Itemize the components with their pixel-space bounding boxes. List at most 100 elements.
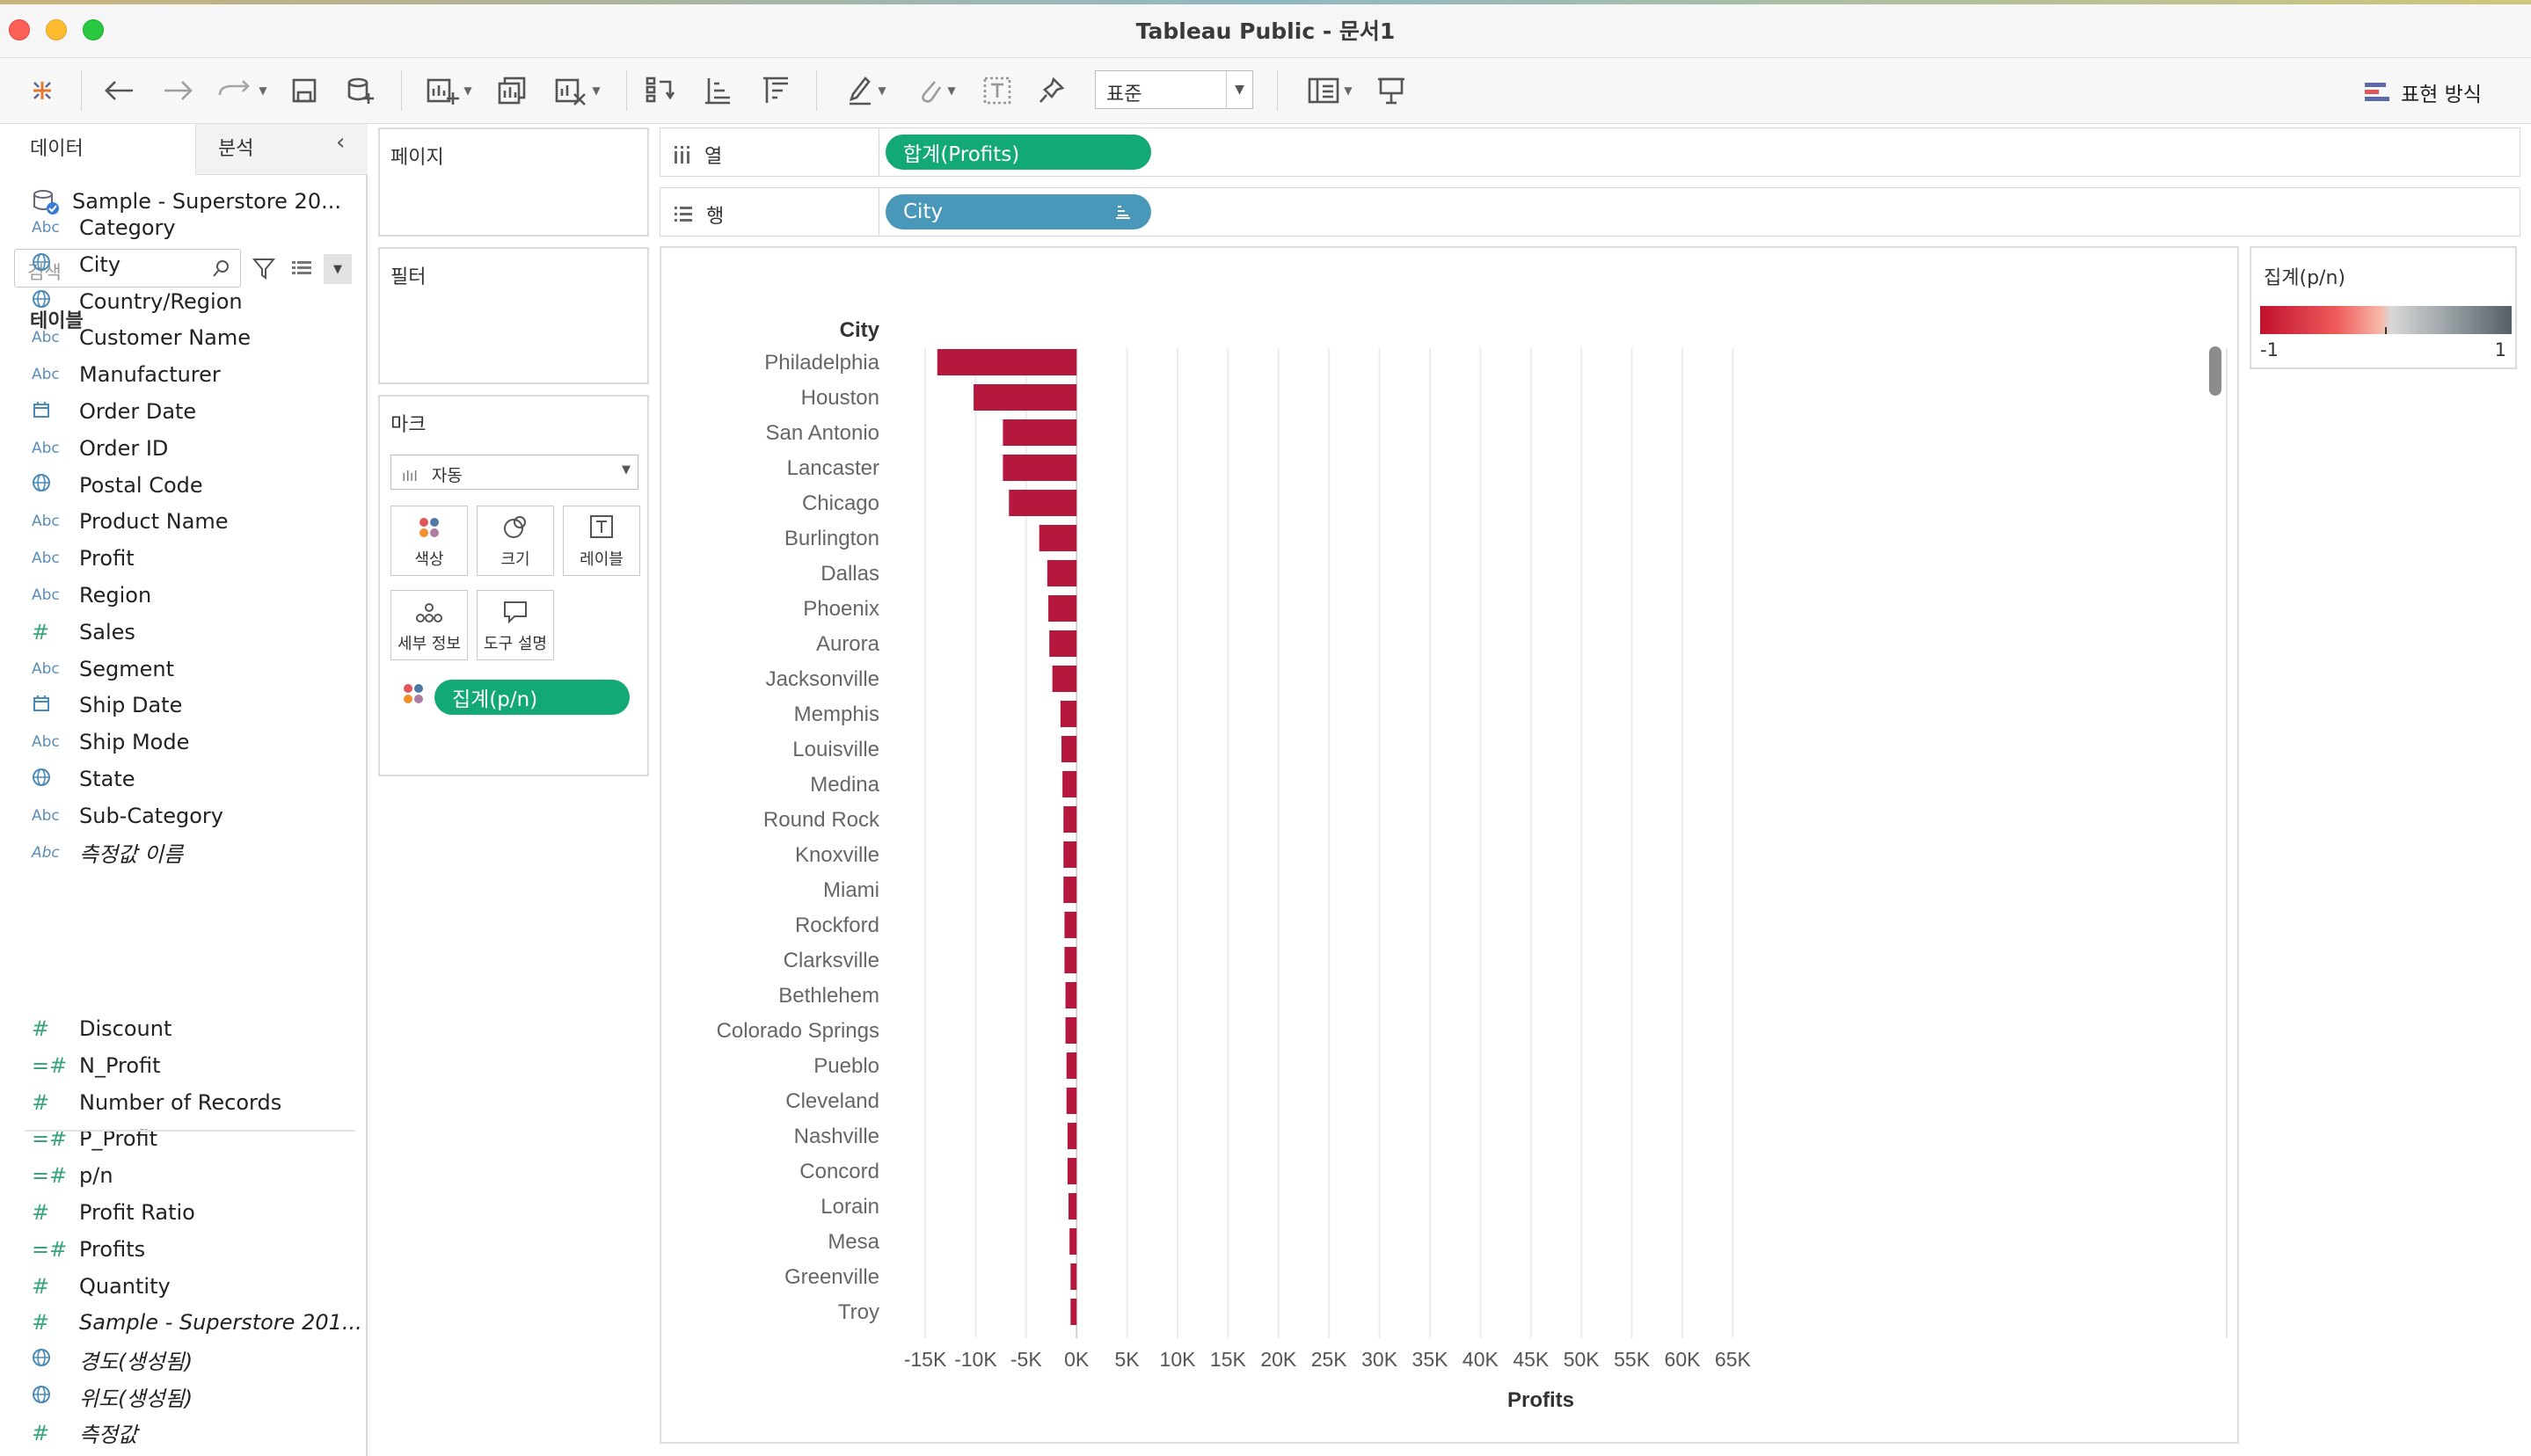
scrollbar-thumb[interactable] <box>2209 346 2221 396</box>
field-item[interactable]: # Quantity <box>32 1269 171 1304</box>
bar-philadelphia[interactable] <box>937 349 1077 375</box>
bar-round-rock[interactable] <box>1063 806 1077 833</box>
category-label[interactable]: Concord <box>799 1160 879 1183</box>
bar-aurora[interactable] <box>1049 630 1077 657</box>
undo-icon[interactable] <box>98 72 141 109</box>
bar-chicago[interactable] <box>1009 490 1077 516</box>
tab-analysis[interactable]: 분석 <box>218 133 253 161</box>
marks-color-button[interactable]: 색상 <box>390 506 468 576</box>
color-pill[interactable]: 집계(p/n) <box>434 680 630 715</box>
filters-card[interactable]: 필터 <box>378 247 649 384</box>
category-label[interactable]: Knoxville <box>795 843 879 867</box>
bar-greenville[interactable] <box>1070 1263 1077 1290</box>
field-item[interactable]: Order Date <box>32 394 196 429</box>
bar-houston[interactable] <box>974 384 1077 411</box>
redo-icon[interactable] <box>157 72 199 109</box>
marks-label-button[interactable]: 레이블 <box>563 506 640 576</box>
field-item[interactable]: City <box>32 247 120 282</box>
field-item[interactable]: # Number of Records <box>32 1085 281 1120</box>
category-label[interactable]: Clarksville <box>784 949 879 972</box>
bar-san-antonio[interactable] <box>1003 419 1077 446</box>
category-label[interactable]: Louisville <box>792 738 879 761</box>
field-item[interactable]: Abc Sub-Category <box>32 798 223 834</box>
bar-knoxville[interactable] <box>1063 841 1077 868</box>
field-item[interactable]: Abc Ship Mode <box>32 724 189 760</box>
swap-rows-columns-icon[interactable] <box>640 72 679 109</box>
field-item[interactable]: Abc Product Name <box>32 504 229 539</box>
field-item[interactable]: =# Profits <box>32 1232 145 1267</box>
field-item[interactable]: =# N_Profit <box>32 1048 161 1083</box>
category-label[interactable]: San Antonio <box>766 421 879 445</box>
category-label[interactable]: Cleveland <box>785 1089 879 1113</box>
field-item[interactable]: # Sales <box>32 615 135 650</box>
category-label[interactable]: Phoenix <box>803 597 879 621</box>
bar-medina[interactable] <box>1062 771 1077 797</box>
category-label[interactable]: Troy <box>838 1300 879 1324</box>
field-item[interactable]: Abc 측정값 이름 <box>32 835 183 870</box>
field-item[interactable]: # Discount <box>32 1011 171 1046</box>
highlight-icon[interactable]: ▼ <box>835 72 897 109</box>
bar-lorain[interactable] <box>1069 1193 1077 1219</box>
bar-miami[interactable] <box>1063 877 1077 903</box>
field-item[interactable]: 위도(생성됨) <box>32 1379 193 1414</box>
category-label[interactable]: Medina <box>810 773 879 797</box>
bar-burlington[interactable] <box>1039 525 1077 551</box>
category-label[interactable]: Rockford <box>795 914 879 937</box>
bar-lancaster[interactable] <box>1003 455 1077 481</box>
field-item[interactable]: Abc Segment <box>32 652 174 687</box>
bar-pueblo[interactable] <box>1066 1052 1077 1079</box>
field-item[interactable]: Ship Date <box>32 688 182 723</box>
rows-pill[interactable]: City <box>886 194 1151 229</box>
bar-nashville[interactable] <box>1067 1123 1077 1149</box>
category-label[interactable]: Philadelphia <box>764 351 879 375</box>
bar-dallas[interactable] <box>1047 560 1077 586</box>
bar-phoenix[interactable] <box>1048 595 1077 622</box>
field-item[interactable]: Postal Code <box>32 468 203 503</box>
view-options-dropdown[interactable]: ▼ <box>324 254 352 284</box>
category-label[interactable]: Miami <box>823 878 879 902</box>
group-members-icon[interactable]: ▼ <box>906 72 967 109</box>
tableau-logo-icon[interactable] <box>25 72 60 109</box>
category-label[interactable]: Bethlehem <box>778 984 879 1008</box>
show-cards-icon[interactable]: ▼ <box>1298 72 1361 109</box>
field-item[interactable]: # Sample - Superstore 201... <box>32 1305 362 1340</box>
bar-troy[interactable] <box>1070 1299 1077 1325</box>
bar-jacksonville[interactable] <box>1052 666 1077 692</box>
category-label[interactable]: Greenville <box>784 1265 879 1289</box>
bar-louisville[interactable] <box>1061 736 1077 762</box>
fix-axes-pin-icon[interactable] <box>1032 72 1071 109</box>
marks-tooltip-button[interactable]: 도구 설명 <box>477 590 554 660</box>
category-label[interactable]: Lancaster <box>787 456 879 480</box>
show-mark-labels-icon[interactable] <box>978 72 1017 109</box>
duplicate-sheet-icon[interactable] <box>492 72 531 109</box>
mark-type-select[interactable]: ılıl 자동 ▼ <box>390 455 638 490</box>
fit-select[interactable]: 표준 ▼ <box>1095 70 1253 109</box>
field-item[interactable]: Abc Manufacturer <box>32 357 221 392</box>
color-legend[interactable]: 집계(p/n) -1 1 <box>2250 246 2517 369</box>
new-datasource-icon[interactable] <box>341 72 380 109</box>
sort-ascending-icon[interactable] <box>698 72 737 109</box>
category-label[interactable]: Chicago <box>802 491 879 515</box>
bar-memphis[interactable] <box>1060 701 1077 727</box>
bar-mesa[interactable] <box>1069 1228 1077 1255</box>
field-item[interactable]: =# p/n <box>32 1158 113 1193</box>
collapse-pane-icon[interactable]: ‹ <box>336 129 345 156</box>
field-item[interactable]: Country/Region <box>32 284 243 319</box>
pages-card[interactable]: 페이지 <box>378 127 649 237</box>
save-icon[interactable] <box>285 72 324 109</box>
category-label[interactable]: Jacksonville <box>766 667 879 691</box>
category-label[interactable]: Memphis <box>794 703 879 726</box>
category-label[interactable]: Aurora <box>816 632 880 656</box>
bar-clarksville[interactable] <box>1064 947 1077 973</box>
category-label[interactable]: Nashville <box>794 1125 879 1148</box>
tab-data[interactable]: 데이터 <box>30 133 84 161</box>
rows-shelf[interactable]: 행 City <box>660 187 2520 237</box>
category-label[interactable]: Mesa <box>828 1230 879 1254</box>
new-worksheet-icon[interactable]: ▼ <box>417 72 480 109</box>
category-label[interactable]: Burlington <box>784 527 879 550</box>
field-item[interactable]: Abc Order ID <box>32 431 168 466</box>
category-label[interactable]: Lorain <box>821 1195 879 1219</box>
category-label[interactable]: Pueblo <box>813 1054 879 1078</box>
bar-rockford[interactable] <box>1064 912 1077 938</box>
bar-cleveland[interactable] <box>1066 1088 1077 1114</box>
